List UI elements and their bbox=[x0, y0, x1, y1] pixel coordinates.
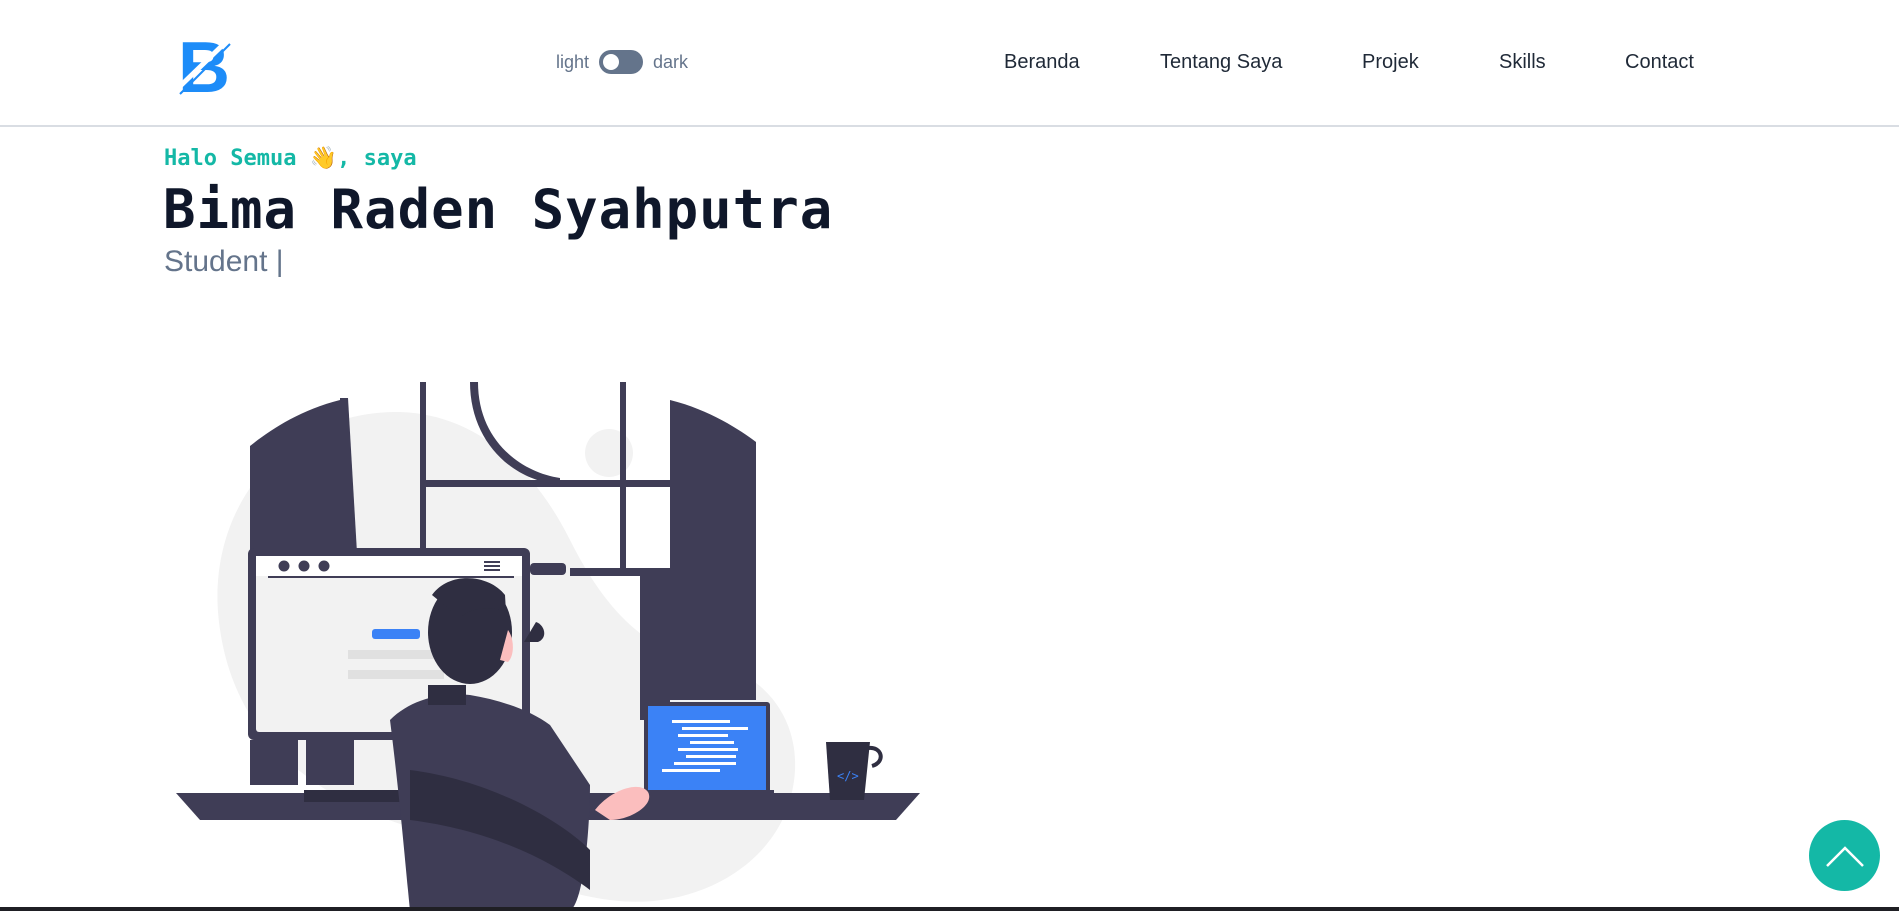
back-to-top-button[interactable] bbox=[1809, 820, 1880, 891]
nav-link-tentang-saya[interactable]: Tentang Saya bbox=[1160, 51, 1282, 74]
coffee-mug: </> bbox=[826, 742, 883, 800]
bottom-border bbox=[0, 907, 1899, 911]
hero-name: Bima Raden Syahputra bbox=[163, 178, 834, 241]
hero-role: Student | bbox=[164, 245, 284, 278]
developer-illustration: </> bbox=[176, 382, 920, 911]
navbar: B light dark Beranda Tentang Saya Projek… bbox=[0, 0, 1899, 127]
nav-link-skills[interactable]: Skills bbox=[1499, 51, 1546, 74]
hero-greeting: Halo Semua 👋, saya bbox=[164, 146, 417, 171]
svg-text:</>: </> bbox=[837, 769, 859, 783]
laptop bbox=[644, 702, 774, 798]
nav-link-contact[interactable]: Contact bbox=[1625, 51, 1694, 74]
chevron-up-icon bbox=[1825, 845, 1864, 867]
nav-link-beranda[interactable]: Beranda bbox=[1004, 51, 1080, 74]
nav-menu: Beranda Tentang Saya Projek Skills Conta… bbox=[0, 51, 1899, 77]
nav-link-projek[interactable]: Projek bbox=[1362, 51, 1419, 74]
